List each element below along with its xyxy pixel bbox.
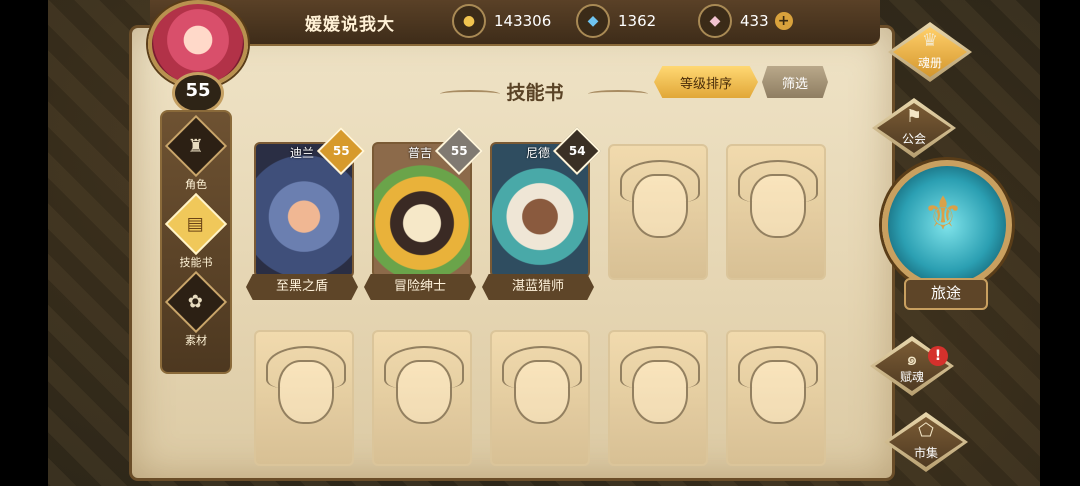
blue-crystal-icon: ◆	[576, 4, 610, 38]
skill-book-card[interactable]: 普吉 55 冒险绅士	[364, 126, 484, 300]
sidebar-item-skill-book[interactable]: ▤ 技能书	[162, 192, 230, 269]
sort-by-level-button[interactable]: 等级排序	[654, 66, 758, 98]
sketch-face	[514, 360, 570, 424]
screen-edge-left	[0, 0, 48, 486]
title-ornament-right	[588, 90, 648, 98]
journey-emblem-icon: ⚜	[922, 186, 964, 240]
locked-skill-book-card[interactable]	[372, 330, 472, 466]
skill-book-name: 冒险绅士	[364, 274, 476, 300]
filter-button[interactable]: 筛选	[762, 66, 828, 98]
sidebar-item-label: 素材	[185, 334, 207, 347]
page-title: 技能书	[506, 82, 564, 104]
gold-coin-icon: ●	[452, 4, 486, 38]
locked-skill-book-card[interactable]	[254, 330, 354, 466]
skill-book-icon: ▤	[164, 192, 228, 256]
sketch-face	[278, 360, 334, 424]
skill-book-card[interactable]: 迪兰 55 至黑之盾	[246, 126, 366, 300]
category-sidebar: ♜ 角色 ▤ 技能书 ✿ 素材	[160, 110, 232, 374]
add-gem-button[interactable]: +	[774, 12, 793, 30]
currency-gold-value: 143306	[494, 12, 552, 30]
currency-gem-value: 433	[740, 12, 769, 30]
sketch-face	[632, 360, 688, 424]
currency-gem[interactable]: ◆ 433 +	[698, 4, 793, 38]
sidebar-item-character[interactable]: ♜ 角色	[162, 114, 230, 191]
sketch-face	[396, 360, 452, 424]
currency-crystal[interactable]: ◆ 1362	[576, 4, 657, 38]
sketch-face	[750, 174, 806, 238]
player-avatar-frame[interactable]: 55	[138, 0, 254, 114]
player-name: 媛媛说我大	[305, 15, 395, 35]
locked-skill-book-card[interactable]	[726, 330, 826, 466]
player-level-badge: 55	[172, 72, 224, 114]
character-helmet-icon: ♜	[164, 114, 228, 178]
alert-badge: !	[928, 346, 948, 366]
locked-skill-book-card[interactable]	[608, 330, 708, 466]
sidebar-item-label: 技能书	[179, 256, 213, 269]
sidebar-item-material[interactable]: ✿ 素材	[162, 270, 230, 347]
sidebar-item-label: 角色	[185, 178, 207, 191]
skill-book-name: 湛蓝猎师	[482, 274, 594, 300]
sketch-face	[750, 360, 806, 424]
journey-button[interactable]: ⚜ 旅途	[878, 160, 1012, 310]
skill-book-card[interactable]: 尼德 54 湛蓝猎师	[482, 126, 602, 300]
pink-gem-icon: ◆	[698, 4, 732, 38]
locked-skill-book-card[interactable]	[608, 144, 708, 280]
material-icon: ✿	[164, 270, 228, 334]
currency-crystal-value: 1362	[618, 12, 657, 30]
currency-gold[interactable]: ● 143306	[452, 4, 552, 38]
skill-book-name: 至黑之盾	[246, 274, 358, 300]
locked-skill-book-card[interactable]	[490, 330, 590, 466]
journey-label: 旅途	[904, 278, 988, 310]
screen-edge-right	[1040, 0, 1080, 486]
sketch-face	[632, 174, 688, 238]
locked-skill-book-card[interactable]	[726, 144, 826, 280]
